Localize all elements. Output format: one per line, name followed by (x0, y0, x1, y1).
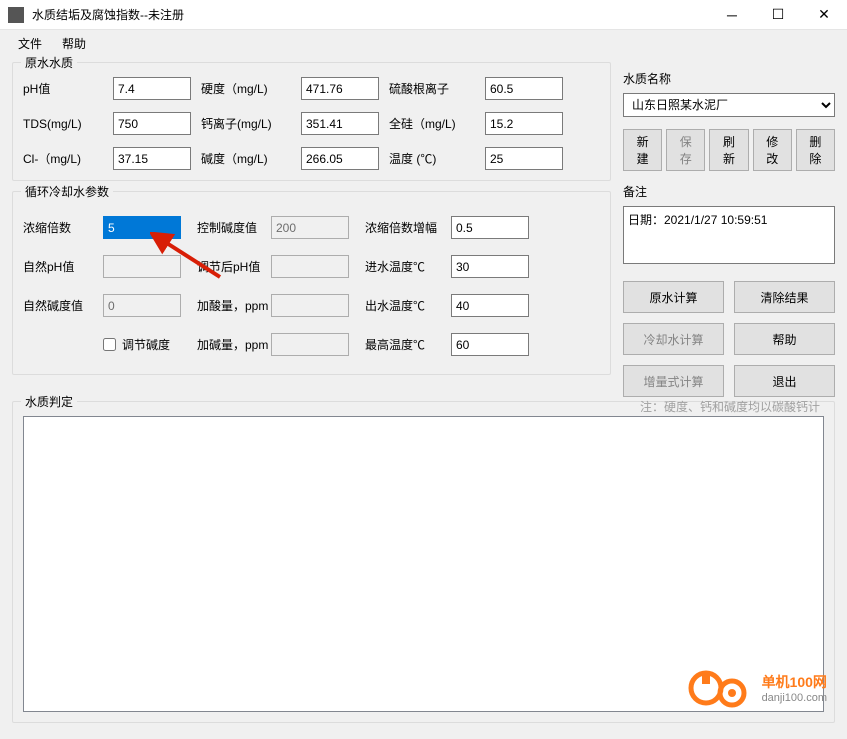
cl-input[interactable] (113, 147, 191, 170)
maximize-button[interactable]: ☐ (755, 0, 801, 30)
intemp-label: 进水温度℃ (365, 258, 451, 275)
ph-input[interactable] (113, 77, 191, 100)
acid-label: 加酸量，ppm (197, 297, 271, 314)
base-input (271, 333, 349, 356)
calcium-label: 钙离子(mg/L) (201, 115, 291, 132)
conc-label: 浓缩倍数 (23, 219, 103, 236)
acid-input (271, 294, 349, 317)
new-button[interactable]: 新建 (623, 129, 662, 171)
calc-raw-button[interactable]: 原水计算 (623, 281, 724, 313)
clear-button[interactable]: 清除结果 (734, 281, 835, 313)
exit-button[interactable]: 退出 (734, 365, 835, 397)
conc-input[interactable] (103, 216, 181, 239)
judge-title: 水质判定 (21, 393, 77, 410)
silica-input[interactable] (485, 112, 563, 135)
alkalinity-label: 碱度（mg/L) (201, 150, 291, 167)
maxtemp-input[interactable] (451, 333, 529, 356)
adjalk-checkbox[interactable] (103, 338, 116, 351)
adjalk-label: 调节碱度 (122, 336, 170, 353)
menubar: 文件 帮助 (0, 30, 847, 56)
minimize-button[interactable]: ─ (709, 0, 755, 30)
natph-label: 自然pH值 (23, 258, 103, 275)
alkalinity-input[interactable] (301, 147, 379, 170)
sulfate-label: 硫酸根离子 (389, 80, 475, 97)
silica-label: 全硅（mg/L) (389, 115, 475, 132)
intemp-input[interactable] (451, 255, 529, 278)
window-title: 水质结垢及腐蚀指数--未注册 (32, 6, 709, 23)
water-name-select[interactable]: 山东日照某水泥厂 (623, 93, 835, 117)
tds-label: TDS(mg/L) (23, 117, 103, 131)
outtemp-label: 出水温度℃ (365, 297, 451, 314)
natalk-label: 自然碱度值 (23, 297, 103, 314)
menu-help[interactable]: 帮助 (52, 31, 96, 56)
delete-button[interactable]: 删除 (796, 129, 835, 171)
water-name-label: 水质名称 (623, 70, 835, 87)
adjph-label: 调节后pH值 (197, 258, 271, 275)
natalk-input (103, 294, 181, 317)
temp-label: 温度 (℃) (389, 150, 475, 167)
titlebar: 水质结垢及腐蚀指数--未注册 ─ ☐ ✕ (0, 0, 847, 30)
menu-file[interactable]: 文件 (8, 31, 52, 56)
watermark-brand: 单机100网 (762, 674, 827, 690)
cooling-group: 循环冷却水参数 浓缩倍数 控制碱度值 浓缩倍数增幅 自然pH值 调节后pH值 (12, 191, 611, 375)
calc-inc-button: 增量式计算 (623, 365, 724, 397)
raw-water-group: 原水水质 pH值 硬度（mg/L) 硫酸根离子 TDS(mg/L) 钙离子(mg… (12, 62, 611, 181)
cl-label: Cl-（mg/L) (23, 150, 103, 167)
watermark-url: danji100.com (762, 692, 827, 704)
calcium-input[interactable] (301, 112, 379, 135)
ctrlalk-input (271, 216, 349, 239)
natph-input (103, 255, 181, 278)
hardness-input[interactable] (301, 77, 379, 100)
adjph-input (271, 255, 349, 278)
save-button: 保存 (666, 129, 705, 171)
watermark-logo-icon (686, 668, 756, 708)
base-label: 加碱量，ppm (197, 336, 271, 353)
hardness-label: 硬度（mg/L) (201, 80, 291, 97)
remark-label: 备注 (623, 183, 835, 200)
judge-note: 注：硬度、钙和碱度均以碳酸钙计 (640, 398, 820, 415)
close-button[interactable]: ✕ (801, 0, 847, 30)
modify-button[interactable]: 修改 (753, 129, 792, 171)
concinc-input[interactable] (451, 216, 529, 239)
ph-label: pH值 (23, 80, 103, 97)
outtemp-input[interactable] (451, 294, 529, 317)
ctrlalk-label: 控制碱度值 (197, 219, 271, 236)
help-button[interactable]: 帮助 (734, 323, 835, 355)
refresh-button[interactable]: 刷新 (709, 129, 748, 171)
watermark: 单机100网 danji100.com (686, 668, 827, 708)
app-icon (8, 7, 24, 23)
tds-input[interactable] (113, 112, 191, 135)
calc-cool-button: 冷却水计算 (623, 323, 724, 355)
remark-textarea[interactable]: 日期：2021/1/27 10:59:51 (623, 206, 835, 264)
maxtemp-label: 最高温度℃ (365, 336, 451, 353)
sulfate-input[interactable] (485, 77, 563, 100)
cooling-title: 循环冷却水参数 (21, 183, 113, 200)
temp-input[interactable] (485, 147, 563, 170)
concinc-label: 浓缩倍数增幅 (365, 219, 451, 236)
raw-water-title: 原水水质 (21, 54, 77, 71)
